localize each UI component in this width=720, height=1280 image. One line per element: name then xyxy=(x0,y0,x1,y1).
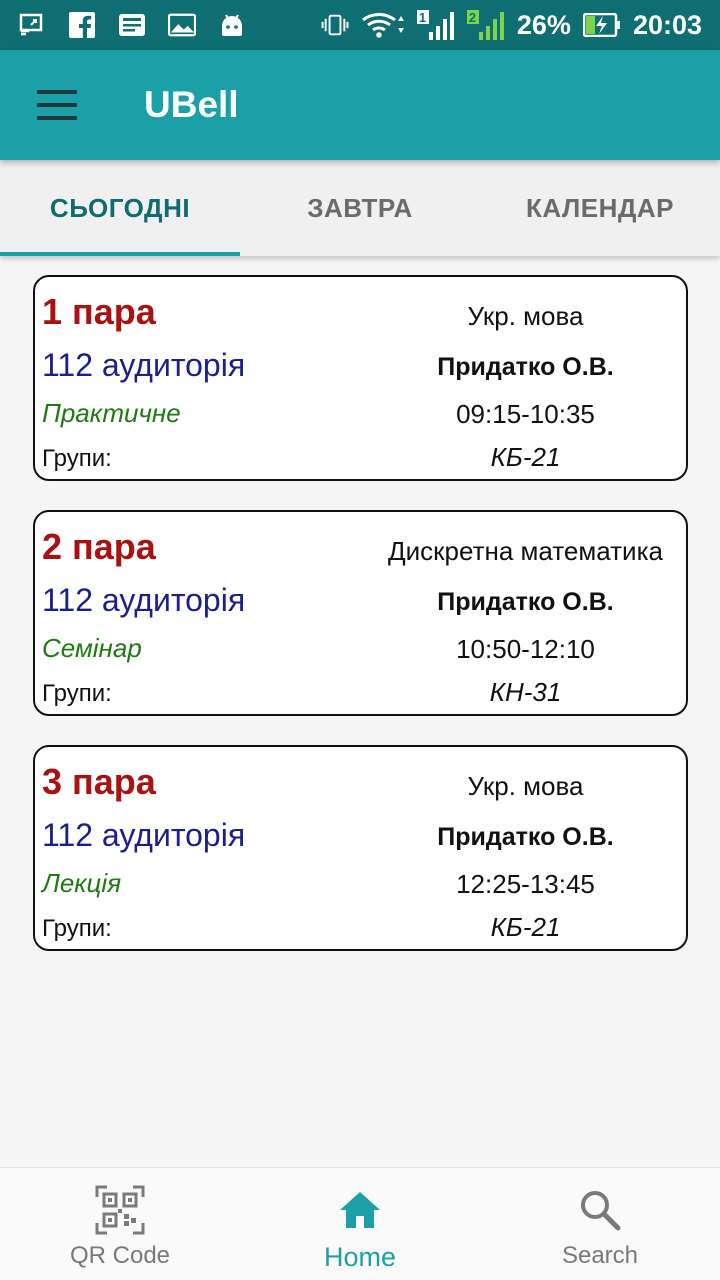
lesson-time: 09:15-10:35 xyxy=(456,399,595,429)
lesson-time: 12:25-13:45 xyxy=(456,869,595,899)
tab-bar: СЬОГОДНІ ЗАВТРА КАЛЕНДАР xyxy=(0,160,720,256)
lesson-teacher: Придатко О.В. xyxy=(437,353,614,381)
menu-icon[interactable] xyxy=(37,90,77,120)
wifi-icon xyxy=(361,12,405,38)
signal-sim1-icon: 1 xyxy=(416,10,455,40)
lesson-time: 10:50-12:10 xyxy=(456,634,595,664)
bottom-navigation: QR Code Home Search xyxy=(0,1167,720,1280)
home-icon xyxy=(334,1184,386,1236)
gallery-icon xyxy=(168,12,196,38)
nav-qr-code[interactable]: QR Code xyxy=(0,1168,240,1280)
sim2-label: 2 xyxy=(468,10,477,25)
tab-today[interactable]: СЬОГОДНІ xyxy=(0,160,240,256)
lesson-group: КБ-21 xyxy=(490,442,561,472)
vibrate-icon xyxy=(321,12,349,38)
sim1-label: 1 xyxy=(418,10,427,25)
lesson-card[interactable]: 3 пара 112 аудиторія Лекція Групи: Укр. … xyxy=(33,745,688,951)
nav-home-label: Home xyxy=(323,1242,397,1272)
lesson-pair: 1 пара xyxy=(42,291,156,332)
battery-percent: 26% xyxy=(516,9,571,40)
nav-search-label: Search xyxy=(561,1242,639,1269)
status-bar: 1 2 26% 20:03 xyxy=(0,0,720,50)
qr-code-icon xyxy=(94,1184,146,1236)
lesson-room: 112 аудиторія xyxy=(42,347,246,383)
lesson-room: 112 аудиторія xyxy=(42,582,246,618)
lesson-pair: 3 пара xyxy=(42,761,156,802)
lesson-group: КН-31 xyxy=(489,677,562,707)
lesson-groups-label: Групи: xyxy=(42,445,112,472)
lesson-subject: Дискретна математика xyxy=(388,536,663,566)
lesson-type: Семінар xyxy=(42,633,142,663)
news-icon xyxy=(118,12,146,38)
lesson-room: 112 аудиторія xyxy=(42,817,246,853)
nav-search[interactable]: Search xyxy=(480,1168,720,1280)
lesson-group: КБ-21 xyxy=(490,912,561,942)
lesson-subject: Укр. мова xyxy=(467,301,584,331)
app-bar: UBell xyxy=(0,50,720,160)
lesson-pair: 2 пара xyxy=(42,526,156,567)
lesson-groups-label: Групи: xyxy=(42,680,112,707)
search-icon xyxy=(574,1184,626,1236)
signal-sim2-icon: 2 xyxy=(466,10,505,40)
clock: 20:03 xyxy=(632,9,702,40)
lesson-groups-label: Групи: xyxy=(42,915,112,942)
nav-home[interactable]: Home xyxy=(240,1168,480,1280)
tab-calendar[interactable]: КАЛЕНДАР xyxy=(480,160,720,256)
lesson-teacher: Придатко О.В. xyxy=(437,823,614,851)
screencast-icon xyxy=(18,12,46,38)
lesson-list: 1 пара 112 аудиторія Практичне Групи: Ук… xyxy=(33,275,688,980)
facebook-icon xyxy=(68,12,96,38)
lesson-type: Практичне xyxy=(42,398,181,428)
lesson-card[interactable]: 2 пара 112 аудиторія Семінар Групи: Диск… xyxy=(33,510,688,716)
lesson-card[interactable]: 1 пара 112 аудиторія Практичне Групи: Ук… xyxy=(33,275,688,481)
android-icon xyxy=(218,12,246,38)
lesson-subject: Укр. мова xyxy=(467,771,584,801)
tab-tomorrow[interactable]: ЗАВТРА xyxy=(240,160,480,256)
battery-charging-icon xyxy=(582,12,621,38)
nav-qr-code-label: QR Code xyxy=(69,1242,171,1269)
lesson-teacher: Придатко О.В. xyxy=(437,588,614,616)
app-title: UBell xyxy=(144,84,239,125)
lesson-type: Лекція xyxy=(42,868,122,898)
